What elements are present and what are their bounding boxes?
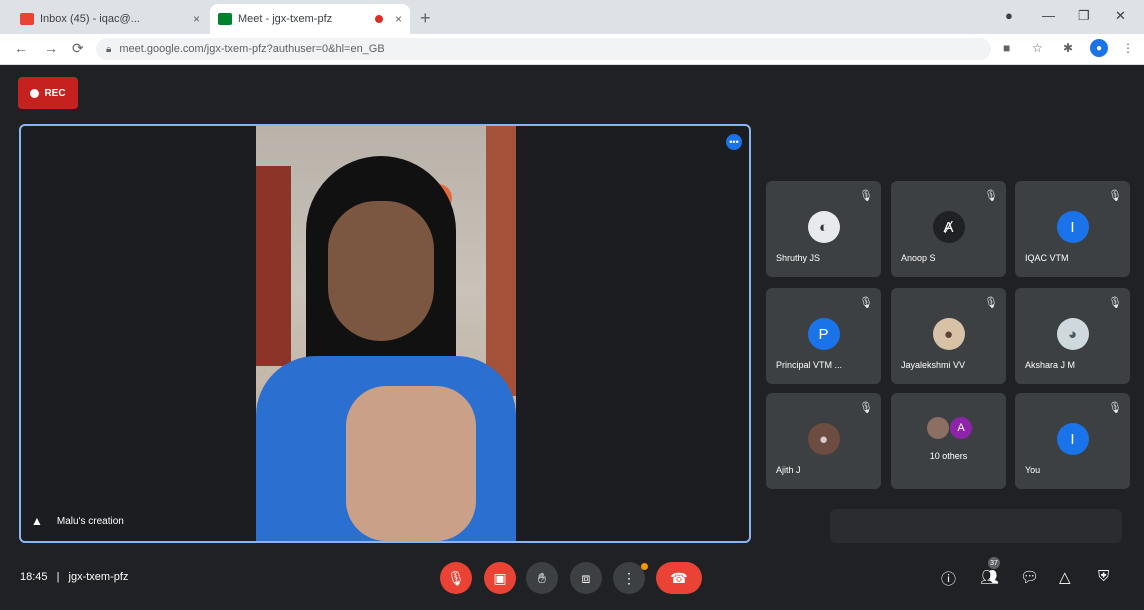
people-count-badge: 37 bbox=[988, 557, 1000, 569]
avatar: ◐ bbox=[807, 211, 840, 243]
notification-dot bbox=[641, 563, 648, 570]
speaker-label: ▲ Malu's creation bbox=[31, 514, 124, 528]
meet-icon bbox=[218, 13, 232, 25]
avatar: P bbox=[807, 318, 840, 350]
extensions-icon[interactable]: ✱ bbox=[1063, 41, 1073, 55]
participant-name: Shruthy JS bbox=[776, 253, 821, 263]
lock-icon: 🔒︎ bbox=[106, 43, 112, 55]
mic-icon: 🎙︎ bbox=[859, 297, 873, 309]
leave-call-button[interactable]: ☎︎ bbox=[656, 562, 702, 594]
hand-icon: ✋︎ bbox=[538, 569, 546, 586]
chat-icon[interactable]: 💬︎ bbox=[1020, 568, 1039, 586]
url-text: meet.google.com/jgx-txem-pfz?authuser=0&… bbox=[119, 43, 385, 55]
mic-icon: 🎙︎ bbox=[984, 297, 998, 309]
info-icon[interactable]: ⓘ bbox=[941, 568, 956, 589]
raise-hand-button[interactable]: ✋︎ bbox=[526, 562, 558, 594]
menu-icon[interactable]: ⋮ bbox=[1122, 41, 1134, 55]
mic-off-icon: 🎙︎ bbox=[447, 569, 465, 586]
participant-name: You bbox=[1025, 465, 1041, 475]
avatar: A bbox=[950, 417, 972, 439]
minimize-button[interactable]: — bbox=[1042, 8, 1055, 23]
participant-name: Principal VTM ... bbox=[776, 360, 843, 370]
camera-off-icon: ▣ bbox=[493, 569, 507, 586]
profile-avatar[interactable]: ● bbox=[1090, 39, 1108, 57]
close-tab-icon[interactable]: × bbox=[395, 12, 402, 26]
participant-name: Jayalekshmi VV bbox=[901, 360, 966, 370]
mic-icon: 🎙︎ bbox=[1108, 190, 1122, 202]
tab-meet[interactable]: Meet - jgx-txem-pfz × bbox=[210, 4, 410, 34]
url-field[interactable]: 🔒︎ meet.google.com/jgx-txem-pfz?authuser… bbox=[96, 38, 991, 60]
clock-time: 18:45 bbox=[20, 571, 48, 583]
participant-name: Anoop S bbox=[901, 253, 936, 263]
tab-title: Meet - jgx-txem-pfz bbox=[238, 13, 333, 25]
record-icon bbox=[30, 88, 40, 98]
gmail-icon bbox=[20, 13, 34, 25]
host-controls-icon[interactable]: ⛨ bbox=[1098, 568, 1109, 585]
avatar: I bbox=[1056, 211, 1089, 243]
participant-tile[interactable]: 🎙︎ ◕ Akshara J M bbox=[1015, 288, 1130, 384]
participant-tile-self[interactable]: 🎙︎ I You bbox=[1015, 393, 1130, 489]
recording-badge: REC bbox=[18, 77, 78, 109]
people-icon[interactable]: 👥︎ bbox=[980, 568, 999, 586]
avatar: ● bbox=[932, 318, 965, 350]
activities-icon[interactable]: △ bbox=[1059, 568, 1071, 586]
participant-tile[interactable]: 🎙︎ Ⱥ Anoop S bbox=[891, 181, 1006, 277]
participant-name: IQAC VTM bbox=[1025, 253, 1069, 263]
mic-icon: 🎙︎ bbox=[859, 402, 873, 414]
participant-tile[interactable]: 🎙︎ I IQAC VTM bbox=[1015, 181, 1130, 277]
participant-name: Akshara J M bbox=[1025, 360, 1076, 370]
camera-icon[interactable]: ■ bbox=[1003, 41, 1010, 55]
avatar: ◕ bbox=[1056, 318, 1089, 350]
participant-name: Ajith J bbox=[776, 465, 801, 475]
avatar: ● bbox=[807, 423, 840, 455]
more-options-icon[interactable]: ••• bbox=[726, 134, 742, 150]
meeting-details: 18:45 | jgx-txem-pfz bbox=[20, 571, 128, 583]
mic-icon: 🎙︎ bbox=[1108, 297, 1122, 309]
pin-icon[interactable]: ▲ bbox=[31, 514, 43, 528]
account-icon[interactable]: ● bbox=[1005, 8, 1013, 23]
avatar: Ⱥ bbox=[932, 211, 965, 243]
close-window-button[interactable]: ✕ bbox=[1115, 8, 1126, 24]
maximize-button[interactable]: ❐ bbox=[1078, 8, 1090, 24]
back-icon[interactable]: ← bbox=[14, 40, 28, 56]
end-call-icon: ☎︎ bbox=[670, 569, 688, 586]
present-button[interactable]: ⧈ bbox=[570, 562, 602, 594]
present-screen-icon: ⧈ bbox=[581, 569, 591, 586]
meeting-code[interactable]: jgx-txem-pfz bbox=[69, 571, 129, 583]
mic-icon: 🎙︎ bbox=[1108, 402, 1122, 414]
participant-tile[interactable]: 🎙︎ ● Ajith J bbox=[766, 393, 881, 489]
separator: | bbox=[56, 571, 60, 583]
main-speaker-tile[interactable]: ••• ▲ Malu's creation bbox=[19, 124, 751, 543]
recording-label: REC bbox=[44, 87, 66, 99]
participant-tile[interactable]: 🎙︎ ◐ Shruthy JS bbox=[766, 181, 881, 277]
others-avatar-photo bbox=[927, 417, 949, 439]
participant-tile[interactable]: 🎙︎ P Principal VTM ... bbox=[766, 288, 881, 384]
speaker-video bbox=[256, 126, 516, 541]
close-tab-icon[interactable]: × bbox=[193, 12, 200, 26]
reload-icon[interactable]: ⟳ bbox=[72, 40, 84, 57]
more-vert-icon: ⋮ bbox=[622, 569, 636, 586]
participant-name: 10 others bbox=[929, 451, 968, 461]
speaker-name: Malu's creation bbox=[56, 515, 124, 527]
bookmark-star-icon[interactable]: ☆ bbox=[1032, 41, 1043, 55]
new-tab-button[interactable]: + bbox=[420, 8, 431, 29]
address-bar-row: ← → ⟳ 🔒︎ meet.google.com/jgx-txem-pfz?au… bbox=[0, 34, 1144, 65]
tab-title: Inbox (45) - iqac@... bbox=[40, 13, 140, 25]
browser-tab-bar: Inbox (45) - iqac@... × Meet - jgx-txem-… bbox=[0, 0, 1144, 34]
mic-icon: 🎙︎ bbox=[859, 190, 873, 202]
camera-toggle-button[interactable]: ▣ bbox=[484, 562, 516, 594]
mic-toggle-button[interactable]: 🎙︎ bbox=[440, 562, 472, 594]
recording-indicator-icon bbox=[374, 15, 383, 23]
tab-gmail[interactable]: Inbox (45) - iqac@... × bbox=[12, 4, 208, 34]
toast-placeholder bbox=[830, 509, 1122, 543]
mic-icon: 🎙︎ bbox=[984, 190, 998, 202]
forward-icon[interactable]: → bbox=[44, 40, 58, 56]
avatar: I bbox=[1056, 423, 1089, 455]
participant-tile[interactable]: 🎙︎ ● Jayalekshmi VV bbox=[891, 288, 1006, 384]
participant-tile-others[interactable]: A 10 others bbox=[891, 393, 1006, 489]
